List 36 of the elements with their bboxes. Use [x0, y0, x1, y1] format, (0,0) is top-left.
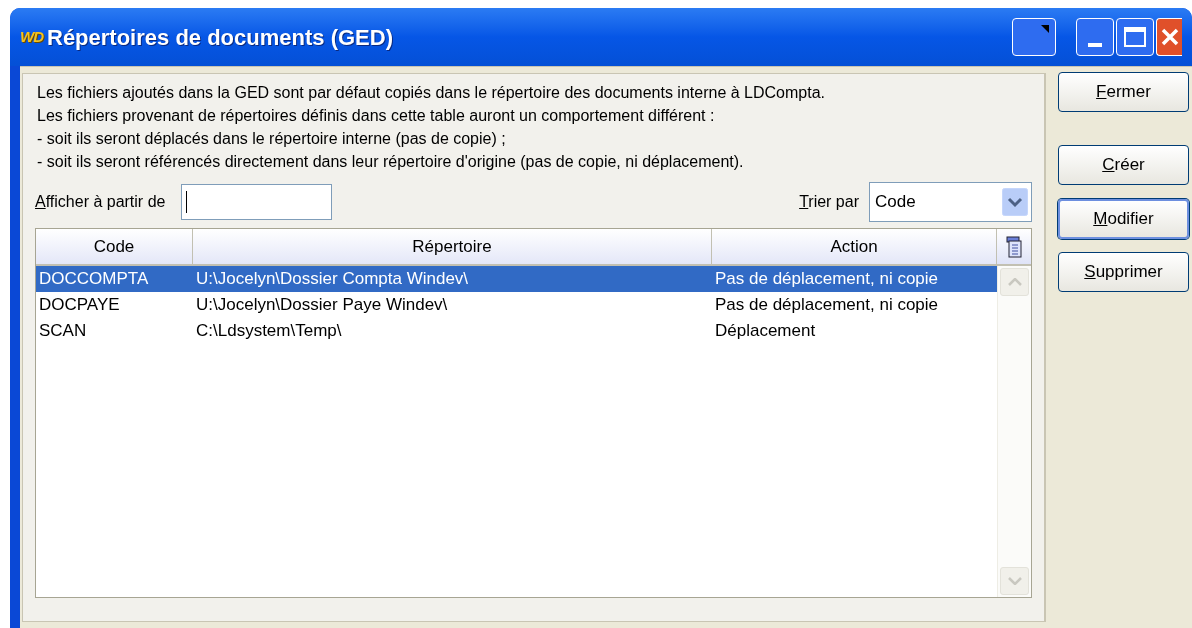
- filter-label: Afficher à partir de: [35, 192, 166, 212]
- table-menu-icon: [1006, 235, 1022, 258]
- table-menu-button[interactable]: [997, 229, 1031, 264]
- close-button[interactable]: [1156, 18, 1182, 56]
- table-row[interactable]: SCAN C:\Ldsystem\Temp\ Déplacement: [36, 318, 997, 344]
- table-cell-text: Déplacement: [714, 320, 817, 343]
- sort-label: Trier par: [799, 192, 859, 212]
- app-logo: WD: [20, 26, 43, 47]
- table-cell-text: Pas de déplacement, ni copie: [714, 268, 940, 291]
- table-row[interactable]: DOCPAYE U:\Jocelyn\Dossier Paye Windev\ Pas de déplacement, ni copie: [36, 292, 997, 318]
- table-cell-text: Pas de déplacement, ni copie: [714, 294, 940, 317]
- dialog-button[interactable]: Créer: [1058, 145, 1189, 185]
- column-header[interactable]: Action: [712, 229, 997, 264]
- table-cell-text: DOCCOMPTA: [38, 268, 150, 291]
- sort-dropdown[interactable]: Code: [869, 182, 1032, 222]
- table-row[interactable]: DOCCOMPTA U:\Jocelyn\Dossier Compta Windev\ Pas de déplacement, ni copie: [36, 266, 997, 292]
- description-line: - soit ils seront déplacés dans le répertoire interne (pas de copie) ;: [37, 129, 507, 149]
- context-help-button[interactable]: [1012, 18, 1056, 56]
- description-line: Les fichiers provenant de répertoires définis dans cette table auront un comportement différent :: [37, 106, 716, 126]
- dialog-button[interactable]: Fermer: [1058, 72, 1189, 112]
- maximize-button[interactable]: [1116, 18, 1154, 56]
- dialog-button[interactable]: Modifier: [1058, 199, 1189, 239]
- table-cell-text: DOCPAYE: [38, 294, 121, 317]
- minimize-button[interactable]: [1076, 18, 1114, 56]
- table-cell-text: U:\Jocelyn\Dossier Compta Windev\: [195, 268, 470, 291]
- description-line: Les fichiers ajoutés dans la GED sont par défaut copiés dans le répertoire des documents interne à LDCompta.: [37, 83, 826, 103]
- dialog-button[interactable]: Supprimer: [1058, 252, 1189, 292]
- table-cell-text: C:\Ldsystem\Temp\: [195, 320, 343, 343]
- table-cell-text: SCAN: [38, 320, 88, 343]
- filter-input-field[interactable]: [181, 184, 333, 220]
- close-icon: [1160, 27, 1180, 47]
- column-header[interactable]: Code: [36, 229, 193, 264]
- column-header[interactable]: Répertoire: [193, 229, 712, 264]
- table-cell-text: U:\Jocelyn\Dossier Paye Windev\: [195, 294, 449, 317]
- description-line: - soit ils seront référencés directement dans leur répertoire d'origine (pas de copie, ni déplacement).: [37, 152, 745, 172]
- window-title: Répertoires de documents (GED): [47, 23, 393, 52]
